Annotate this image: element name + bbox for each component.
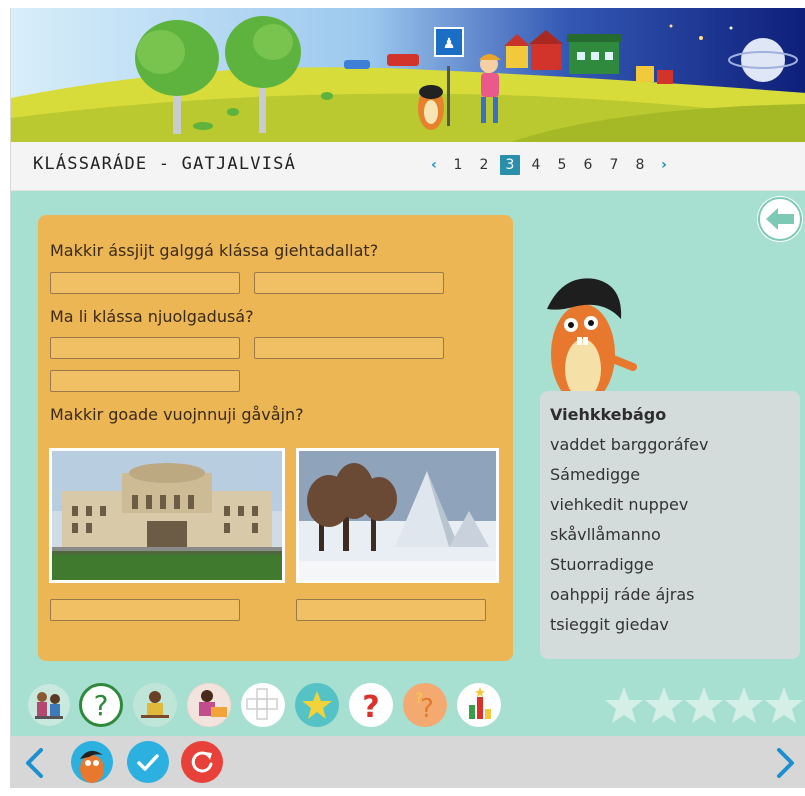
mascot-lemming-illustration [547,278,637,399]
word-bank-item: vaddet barggoráfev [550,435,709,454]
refresh-icon [191,751,213,773]
check-answers-button[interactable] [127,741,169,783]
word-bank-item: oahppij ráde ájras [550,585,695,604]
reset-button[interactable] [181,741,223,783]
svg-text:♟: ♟ [443,36,456,52]
writing-icon[interactable] [133,683,177,727]
question-card: Makkir ássjijt galggá klássa giehtadalla… [38,215,513,661]
page-link-5[interactable]: 5 [549,155,575,175]
previous-arrow-icon[interactable] [23,748,45,778]
photo2-answer-field[interactable] [296,599,486,621]
photo1-answer-field[interactable] [50,599,240,621]
star-rating-icons [605,687,803,723]
page-link-1[interactable]: 1 [445,155,471,175]
page-link-2[interactable]: 2 [471,155,497,175]
word-bank-item: skåvllåmanno [550,525,661,544]
star-icon[interactable] [295,683,339,727]
exercise-area: Makkir ássjijt galggá klássa giehtadalla… [11,191,805,736]
parliament-photo [49,448,285,583]
back-arrow-icon [758,197,802,241]
q2-answer-b-field[interactable] [254,337,444,359]
quiz-icon[interactable]: ?? [403,683,447,727]
word-bank-panel: Viehkkebágo vaddet barggoráfev Sámedigge… [540,391,800,659]
cathedral-photo [296,448,499,583]
q2-answer-c-field[interactable] [50,370,240,392]
word-bank-title: Viehkkebágo [550,405,667,424]
app-window: ♟ KLÁSSARÁDE - GATJALVISÁ ‹ 1 2 3 4 5 6 … [10,8,805,788]
cathedral-image [299,451,496,580]
question-3: Makkir goade vuojnnuji gåvåjn? [50,405,304,424]
question-1: Makkir ássjijt galggá klássa giehtadalla… [50,241,379,260]
pager-prev-button[interactable]: ‹ [423,155,445,175]
reading-icon[interactable] [27,683,71,727]
svg-text:?: ? [415,691,422,707]
page-link-6[interactable]: 6 [575,155,601,175]
title-bar: KLÁSSARÁDE - GATJALVISÁ ‹ 1 2 3 4 5 6 7 … [11,142,805,191]
question-2: Ma li klássa njuolgadusá? [50,307,254,326]
mascot-icon [80,750,104,783]
teacher-icon[interactable] [187,683,231,727]
checkmark-icon [137,754,159,771]
svg-text:?: ? [94,689,109,722]
parliament-building-image [52,451,282,580]
question-icon[interactable]: ? [349,683,393,727]
mascot-helper-button[interactable] [71,741,113,783]
page-link-4[interactable]: 4 [523,155,549,175]
crossword-icon[interactable] [241,683,285,727]
help-icon[interactable]: ? [79,683,123,727]
back-button[interactable] [757,196,803,242]
bottom-toolbar [11,736,805,788]
q1-answer-b-field[interactable] [254,272,444,294]
rating-stars [604,685,804,729]
page-navigation: ‹ 1 2 3 4 5 6 7 8 › [423,155,675,175]
page-link-7[interactable]: 7 [601,155,627,175]
svg-text:?: ? [362,690,379,725]
q1-answer-a-field[interactable] [50,272,240,294]
chart-icon[interactable] [457,683,501,727]
word-bank-item: tsieggit giedav [550,615,669,634]
banner-illustration: ♟ [11,8,805,142]
word-bank-item: viehkedit nuppev [550,495,689,514]
header-banner: ♟ [11,8,805,142]
pager-next-button[interactable]: › [653,155,675,175]
word-bank-item: Sámedigge [550,465,641,484]
next-arrow-icon[interactable] [775,748,797,778]
q2-answer-a-field[interactable] [50,337,240,359]
page-title: KLÁSSARÁDE - GATJALVISÁ [33,154,297,174]
word-bank-item: Stuorradigge [550,555,654,574]
page-link-3-current[interactable]: 3 [500,155,520,175]
page-link-8[interactable]: 8 [627,155,653,175]
